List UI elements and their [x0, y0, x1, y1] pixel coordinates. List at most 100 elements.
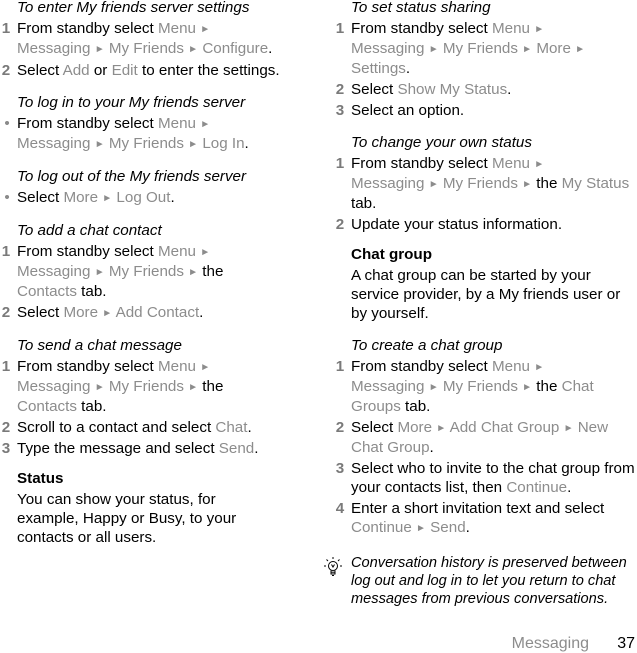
arrow-right-icon: ► [522, 179, 533, 190]
arrow-right-icon: ► [200, 24, 211, 35]
menu-item: Menu [157, 20, 196, 37]
section-name: Messaging [511, 635, 589, 652]
section-heading: Chat group [351, 246, 432, 263]
step-text: From standby select [351, 155, 492, 172]
menu-item: Messaging [351, 175, 425, 192]
menu-item: More [397, 419, 433, 436]
page-footer: Messaging 37 [0, 634, 637, 653]
section-heading: To change your own status [351, 134, 532, 151]
step-text: Scroll to a contact and select [17, 419, 216, 436]
section-add-contact: To add a chat contact 1 From standby sel… [0, 221, 318, 323]
step-text: Select an option. [351, 102, 465, 119]
step-number: 1 [1, 20, 11, 37]
section-log-in: To log in to your My friends server • Fr… [0, 93, 318, 154]
step-text: From standby select [17, 20, 158, 37]
arrow-right-icon: ► [534, 24, 545, 35]
lightbulb-icon [320, 555, 346, 581]
section-create-group: To create a chat group 1 From standby se… [334, 336, 637, 538]
section-log-out: To log out of the My friends server • Se… [0, 167, 318, 208]
menu-item: Messaging [17, 40, 91, 57]
section-heading: To log out of the My friends server [17, 168, 247, 185]
step-text: the [198, 378, 224, 395]
section-send-message: To send a chat message 1 From standby se… [0, 336, 318, 458]
step-text: tab. [400, 398, 431, 415]
section-heading: To create a chat group [351, 337, 503, 354]
menu-item: My Friends [442, 175, 518, 192]
menu-item: Add Chat Group [449, 419, 560, 436]
section-heading: To log in to your My friends server [17, 94, 246, 111]
menu-item: Messaging [17, 378, 91, 395]
step: 2 Select Show My Status. [334, 80, 637, 99]
menu-item: My Friends [442, 378, 518, 395]
menu-item: Send [218, 440, 255, 457]
step-number: 4 [335, 500, 345, 517]
arrow-right-icon: ► [94, 382, 105, 393]
step-text: . [465, 519, 470, 536]
section-status-sharing: To set status sharing 1 From standby sel… [334, 0, 637, 120]
step-text: tab. [76, 283, 107, 300]
arrow-right-icon: ► [522, 44, 533, 55]
menu-item: Menu [491, 20, 530, 37]
menu-item: Messaging [17, 263, 91, 280]
step: 2 Select Add or Edit to enter the settin… [0, 61, 318, 80]
step-text: Select [351, 81, 398, 98]
step-text: Update your status information. [351, 216, 563, 233]
step-text: Type the message and select [17, 440, 219, 457]
step-number: 2 [335, 419, 345, 436]
step-number: 1 [1, 243, 11, 260]
step-text: Select [351, 419, 398, 436]
menu-item: Continue [351, 519, 412, 536]
arrow-right-icon: ► [188, 267, 199, 278]
menu-item: Log In [202, 135, 245, 152]
menu-item: Send [430, 519, 466, 536]
menu-item: More [63, 304, 99, 321]
step-number: 3 [335, 102, 345, 119]
section-chat-group: Chat group A chat group can be started b… [334, 245, 637, 323]
tip-text: Conversation history is preserved betwee… [351, 555, 627, 607]
step-number: 1 [1, 358, 11, 375]
step: 2 Scroll to a contact and select Chat. [0, 418, 318, 437]
step-text: . [254, 440, 259, 457]
step-number: 2 [1, 419, 11, 436]
section-server-settings: To enter My friends server settings 1 Fr… [0, 0, 318, 80]
menu-item: My Friends [108, 378, 184, 395]
step-text: to enter the settings. [137, 62, 280, 79]
step-number: 2 [335, 216, 345, 233]
menu-item: My Friends [108, 40, 184, 57]
menu-item: Add Contact [115, 304, 200, 321]
bullet-item: • Select More ► Log Out. [0, 188, 318, 208]
section-heading: To set status sharing [351, 0, 491, 16]
menu-item: Chat [215, 419, 248, 436]
menu-item: More [536, 40, 571, 57]
step-text: . [507, 81, 512, 98]
step: 2 Select More ► Add Contact. [0, 303, 318, 323]
step-text: . [199, 304, 204, 321]
step-number: 2 [335, 81, 345, 98]
paragraph: A chat group can be started by your serv… [351, 267, 621, 322]
step-number: 1 [335, 20, 345, 37]
menu-item: Show My Status [397, 81, 508, 98]
step-text: From standby select [351, 358, 492, 375]
menu-item: My Friends [108, 263, 184, 280]
step-text: Select who to invite to the chat group f… [351, 460, 635, 496]
menu-item: Messaging [351, 378, 425, 395]
arrow-right-icon: ► [200, 362, 211, 373]
arrow-right-icon: ► [416, 523, 426, 534]
menu-item: Contacts [17, 283, 77, 300]
bullet-icon: • [4, 189, 10, 206]
tip: Conversation history is preserved betwee… [324, 554, 637, 608]
arrow-right-icon: ► [94, 267, 105, 278]
section-heading: To add a chat contact [17, 222, 162, 239]
menu-item: Messaging [17, 135, 91, 152]
arrow-right-icon: ► [102, 308, 113, 319]
step-text: Enter a short invitation text and select [351, 500, 605, 517]
page-number: 37 [617, 635, 635, 652]
step-text: or [89, 62, 112, 79]
step: 2 Update your status information. [334, 215, 637, 234]
step-number: 3 [1, 440, 11, 457]
step: 2 Select More ► Add Chat Group ► New Cha… [334, 418, 637, 457]
step-text: the [532, 175, 562, 192]
arrow-right-icon: ► [534, 159, 545, 170]
step-text: From standby select [17, 243, 158, 260]
step-number: 2 [1, 304, 11, 321]
